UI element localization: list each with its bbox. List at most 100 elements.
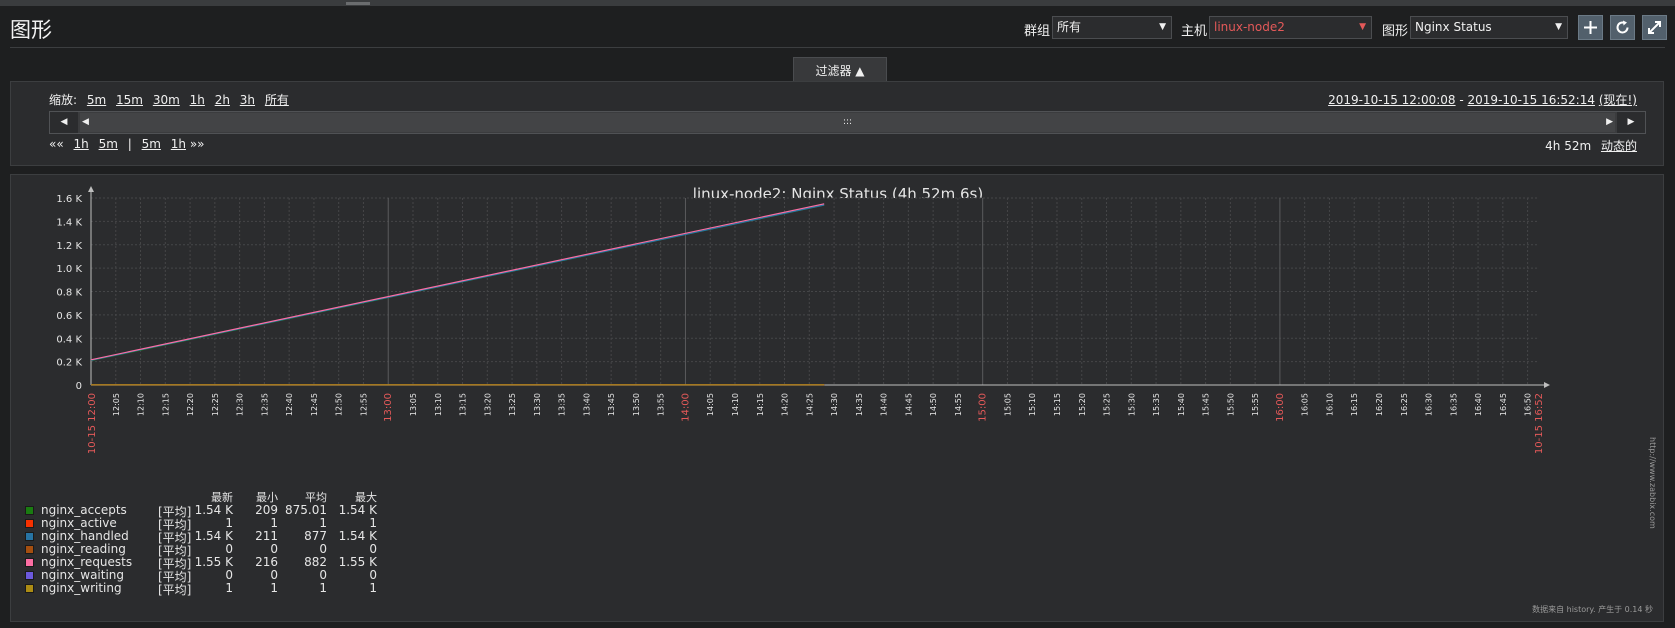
legend-swatch — [25, 519, 34, 528]
time-to[interactable]: 2019-10-15 16:52:14 — [1468, 93, 1595, 107]
page-title: 图形 — [10, 18, 52, 42]
x-tick-label: 16:45 — [1499, 393, 1508, 416]
nav-row: «« 1h 5m | 5m 1h »» — [49, 137, 205, 151]
scroll-left-button[interactable]: ◀ — [50, 112, 78, 133]
x-tick-label: 12:35 — [260, 393, 269, 416]
host-select[interactable]: linux-node2 ▼ — [1209, 16, 1372, 39]
x-tick-label: 12:05 — [112, 393, 121, 416]
x-tick-label: 13:35 — [558, 393, 567, 416]
x-tick-label: 14:00 — [680, 393, 691, 422]
x-tick-label: 13:50 — [632, 393, 641, 416]
y-tick-label: 1.6 K — [56, 194, 82, 205]
group-label: 群组 — [1024, 24, 1051, 39]
chevron-down-icon: ▼ — [1359, 22, 1366, 32]
x-tick-label: 12:30 — [236, 393, 245, 416]
legend-row: nginx_reading [平均] 0 0 0 0 — [25, 542, 385, 558]
legend-row: nginx_waiting [平均] 0 0 0 0 — [25, 568, 385, 584]
legend-swatch — [25, 558, 34, 567]
legend-series-name: nginx_waiting — [41, 568, 125, 582]
fullscreen-button[interactable] — [1642, 15, 1667, 40]
timeline-scrollbar[interactable]: ◀ ◀ ::: ▶ ▶ — [49, 111, 1646, 134]
x-tick-label: 16:30 — [1425, 393, 1434, 416]
x-tick-label: 16:25 — [1400, 393, 1409, 416]
graph-label: 图形 — [1382, 24, 1409, 39]
legend-swatch — [25, 506, 34, 515]
plus-icon — [1584, 21, 1597, 34]
zoom-all[interactable]: 所有 — [265, 93, 289, 107]
dynamic-toggle[interactable]: 动态的 — [1601, 139, 1637, 153]
x-tick-label: 16:15 — [1350, 393, 1359, 416]
x-tick-label: 15:15 — [1053, 393, 1062, 416]
x-tick-label: 15:25 — [1103, 393, 1112, 416]
y-tick-label: 0.8 K — [56, 288, 82, 299]
zoom-30m[interactable]: 30m — [153, 93, 180, 107]
time-range: 2019-10-15 12:00:08 - 2019-10-15 16:52:1… — [1328, 91, 1637, 108]
legend-row: nginx_requests [平均] 1.55 K 216 882 1.55 K — [25, 555, 385, 571]
legend-value-max: 0 — [369, 568, 377, 582]
legend-row: nginx_active [平均] 1 1 1 1 — [25, 516, 385, 532]
y-axis-arrow-icon — [88, 186, 94, 192]
zoom-3h[interactable]: 3h — [240, 93, 255, 107]
x-tick-label: 12:45 — [310, 393, 319, 416]
x-tick-label: 14:10 — [731, 393, 740, 416]
zoom-2h[interactable]: 2h — [215, 93, 230, 107]
zoom-15m[interactable]: 15m — [116, 93, 143, 107]
x-tick-label: 13:45 — [607, 393, 616, 416]
x-tick-label: 16:10 — [1325, 393, 1334, 416]
refresh-button[interactable] — [1610, 15, 1635, 40]
x-tick-label: 13:55 — [657, 393, 666, 416]
zoom-5m[interactable]: 5m — [87, 93, 106, 107]
filter-toggle-tab[interactable]: 过滤器 ▲ — [793, 57, 887, 83]
legend-series-name: nginx_handled — [41, 529, 129, 543]
left-handle-icon[interactable]: ◀ — [82, 113, 89, 132]
refresh-icon — [1616, 20, 1629, 34]
graph-select-value: Nginx Status — [1415, 20, 1492, 34]
x-tick-label: 15:10 — [1028, 393, 1037, 416]
zoom-row: 缩放: 5m 15m 30m 1h 2h 3h 所有 — [49, 91, 289, 108]
legend-swatch — [25, 584, 34, 593]
x-tick-label: 12:50 — [335, 393, 344, 416]
legend-value-max: 0 — [369, 542, 377, 556]
collapse-grip[interactable] — [346, 2, 370, 5]
legend-series-name: nginx_accepts — [41, 503, 127, 517]
x-end-label: 10-15 16:52 — [1534, 393, 1545, 454]
x-tick-label: 14:55 — [954, 393, 963, 416]
graph-select[interactable]: Nginx Status ▼ — [1410, 16, 1568, 39]
add-to-favorites-button[interactable] — [1578, 15, 1603, 40]
x-tick-label: 12:55 — [359, 393, 368, 416]
scroll-right-button[interactable]: ▶ — [1617, 112, 1645, 133]
y-tick-label: 1.2 K — [56, 241, 82, 252]
drag-handle-icon[interactable]: ::: — [843, 113, 852, 132]
legend-value-max: 1 — [369, 516, 377, 530]
y-tick-label: 0.4 K — [56, 334, 82, 345]
legend-series-name: nginx_reading — [41, 542, 126, 556]
nav-forward-5m[interactable]: 5m — [142, 137, 161, 151]
y-tick-label: 0 — [76, 381, 82, 392]
nav-back-1h[interactable]: 1h — [74, 137, 89, 151]
host-select-value: linux-node2 — [1214, 20, 1285, 34]
x-tick-label: 12:25 — [211, 393, 220, 416]
timeline-track[interactable]: ◀ ::: ▶ — [80, 113, 1615, 132]
y-tick-label: 1.0 K — [56, 264, 82, 275]
nav-back-5m[interactable]: 5m — [99, 137, 118, 151]
x-tick-label: 13:30 — [533, 393, 542, 416]
x-tick-label: 15:20 — [1078, 393, 1087, 416]
time-from[interactable]: 2019-10-15 12:00:08 — [1328, 93, 1455, 107]
x-start-label: 10-15 12:00 — [87, 393, 98, 454]
legend-swatch — [25, 532, 34, 541]
legend-series-name: nginx_writing — [41, 581, 122, 595]
right-handle-icon[interactable]: ▶ — [1606, 113, 1613, 132]
nav-separator: | — [127, 137, 132, 151]
x-tick-label: 15:45 — [1202, 393, 1211, 416]
x-tick-label: 15:00 — [978, 393, 989, 422]
zoom-1h[interactable]: 1h — [190, 93, 205, 107]
x-tick-label: 12:10 — [137, 393, 146, 416]
x-tick-label: 15:40 — [1177, 393, 1186, 416]
nav-forward-1h[interactable]: 1h — [171, 137, 186, 151]
x-tick-label: 14:40 — [880, 393, 889, 416]
now-label[interactable]: (现在!) — [1599, 93, 1637, 107]
line-chart: 0 0.2 K 0.4 K 0.6 K 0.8 K 1.0 K 1.2 K 1.4 K 1.6 … — [56, 186, 1550, 454]
x-axis-arrow-icon — [1544, 382, 1550, 388]
x-tick-label: 13:40 — [582, 393, 591, 416]
group-select[interactable]: 所有 ▼ — [1052, 16, 1172, 39]
